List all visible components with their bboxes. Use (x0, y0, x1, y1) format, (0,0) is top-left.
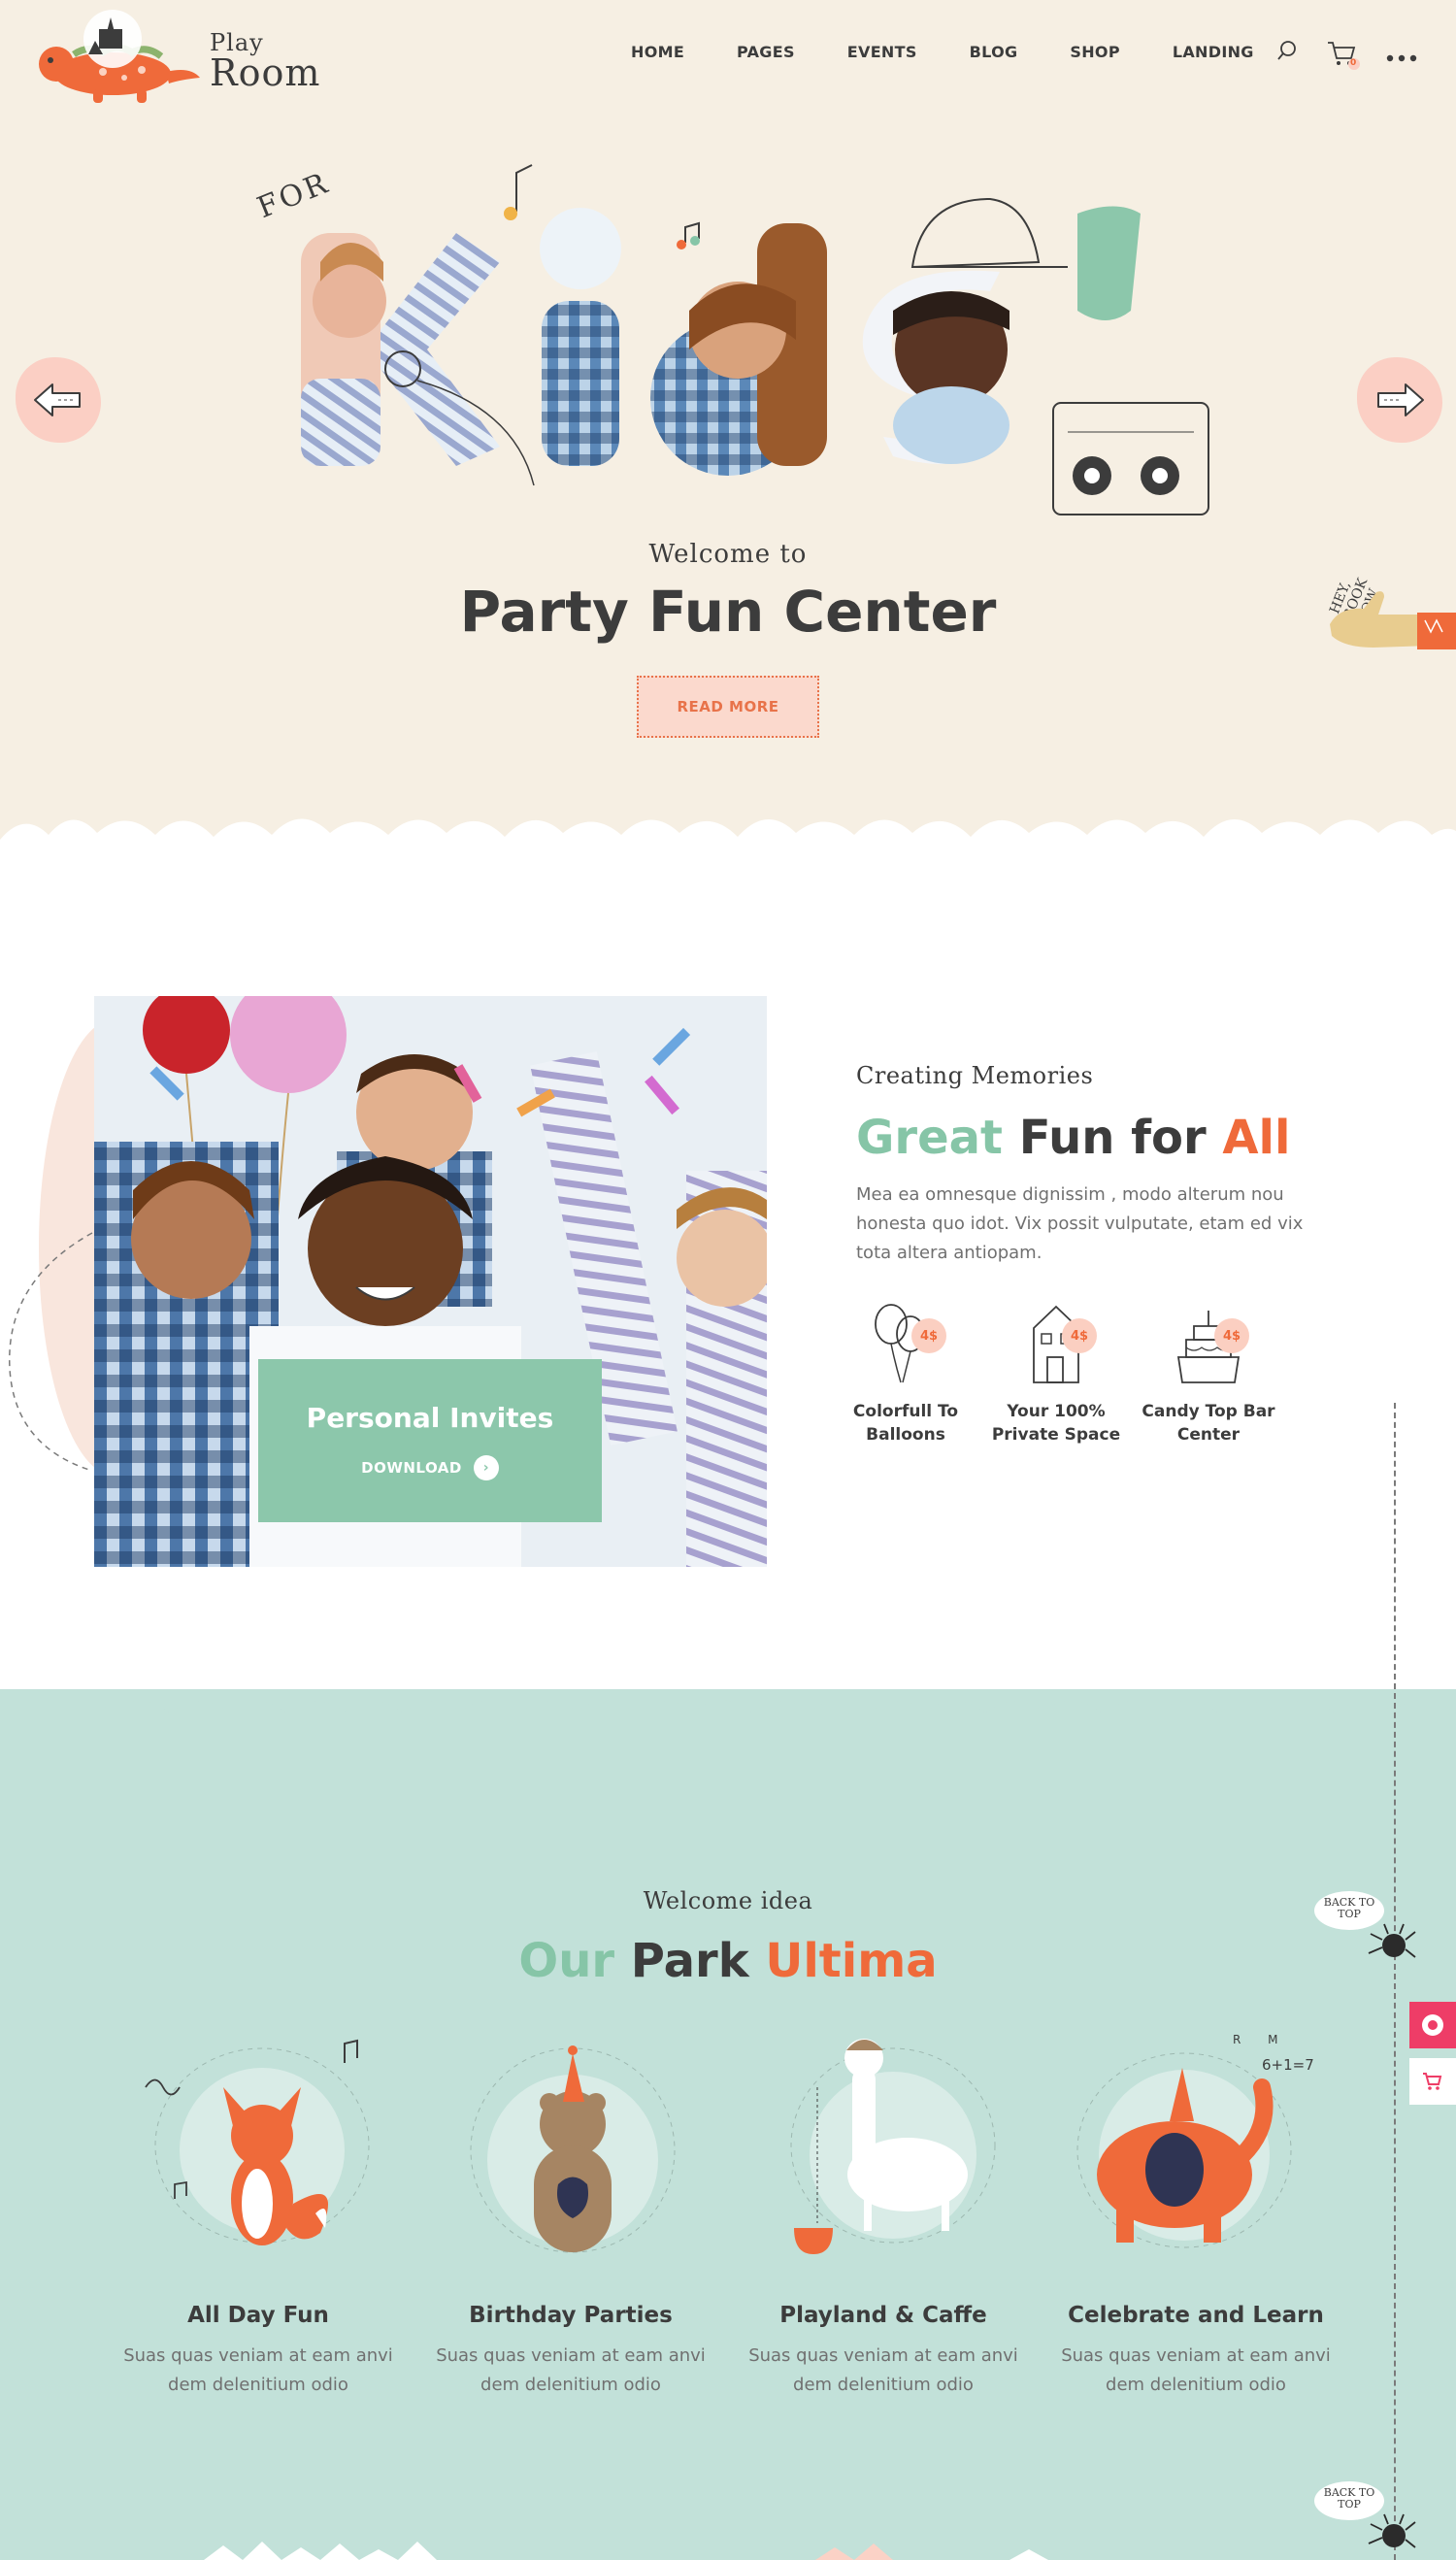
hero-welcome: Welcome to (648, 540, 808, 569)
title-word-ultima: Ultima (765, 1934, 938, 1988)
hero-title: Party Fun Center (459, 579, 997, 645)
nav-item-pages[interactable]: PAGES (737, 43, 795, 61)
feature-label: Candy Top Bar Center (1142, 1402, 1275, 1445)
logo-text: Play Room (210, 31, 320, 91)
hero-cloud-divider (0, 818, 1456, 883)
memories-kicker: Creating Memories (856, 1062, 1094, 1089)
math-note: 6+1=7 (1262, 2056, 1314, 2074)
back-to-top-label: BACK TO TOP (1323, 2486, 1375, 2510)
hero-section: Play Room HOME PAGES EVENTS BLOG SHOP LA… (0, 0, 1456, 854)
math-letters: R M (1233, 2033, 1290, 2046)
title-word-park: Park (630, 1934, 749, 1988)
park-cloud-divider (0, 1700, 1456, 1752)
llama-icon (790, 2039, 996, 2254)
chevron-right-icon: › (473, 1454, 499, 1480)
park-card-birthday-parties: Birthday Parties Suas quas veniam at eam… (425, 2293, 716, 2400)
arrow-right-icon (1377, 383, 1424, 416)
more-icon[interactable] (1386, 49, 1417, 67)
logo-line-2: Room (210, 51, 321, 94)
personal-invites-card[interactable]: Personal Invites DOWNLOAD › (258, 1359, 602, 1522)
card-title: All Day Fun (187, 2303, 329, 2328)
book-now-widget[interactable]: HEY, BOOK NOW (1320, 539, 1456, 675)
feature-private-space: 4$ Your 100% Private Space (978, 1299, 1134, 1446)
kids-letters-graphic (301, 164, 1209, 515)
nav-item-events[interactable]: EVENTS (847, 43, 917, 61)
park-card-all-day-fun: All Day Fun Suas quas veniam at eam anvi… (113, 2293, 404, 2400)
bottom-decor-strip (204, 2542, 1048, 2560)
read-more-button[interactable]: READ MORE (637, 676, 819, 738)
memories-title: Great Fun for All (856, 1111, 1290, 1165)
cart-badge: 0 (1350, 58, 1357, 68)
card-text: Suas quas veniam at eam anvi dem delenit… (748, 2345, 1018, 2395)
card-text: Suas quas veniam at eam anvi dem delenit… (123, 2345, 393, 2395)
park-kicker: Welcome idea (643, 1887, 813, 1914)
nav-item-landing[interactable]: LANDING (1173, 43, 1254, 61)
kids-hero-graphic: FOR (252, 155, 1223, 544)
back-to-top-label: BACK TO TOP (1323, 1896, 1375, 1920)
invites-title: Personal Invites (306, 1401, 554, 1434)
main-nav: HOME PAGES EVENTS BLOG SHOP LANDING (624, 31, 1307, 74)
cart-icon[interactable]: 0 (1326, 39, 1361, 76)
fox-icon (145, 2039, 370, 2245)
feature-label: Your 100% Private Space (991, 1402, 1121, 1445)
circle-settings-icon (1422, 2014, 1443, 2036)
memories-text: Mea ea omnesque dignissim , modo alterum… (856, 1184, 1304, 1263)
park-title: Our Park Ultima (0, 1934, 1456, 1988)
site-header: Play Room HOME PAGES EVENTS BLOG SHOP LA… (0, 0, 1456, 112)
download-label: DOWNLOAD (361, 1458, 462, 1477)
nav-item-shop[interactable]: SHOP (1070, 43, 1119, 61)
nav-item-home[interactable]: HOME (624, 31, 684, 74)
kids-party-photo: Personal Invites DOWNLOAD › (94, 996, 767, 1567)
card-title: Celebrate and Learn (1068, 2303, 1324, 2328)
side-settings-button[interactable] (1409, 2002, 1456, 2048)
back-to-top-button[interactable]: BACK TO TOP (1310, 1885, 1417, 1963)
feature-balloons: 4$ Colorfull To Balloons (828, 1299, 983, 1446)
park-card-playland-caffe: Playland & Caffe Suas quas veniam at eam… (738, 2293, 1029, 2400)
download-button[interactable]: DOWNLOAD › (361, 1454, 499, 1480)
prev-slide-button[interactable] (16, 357, 101, 443)
card-text: Suas quas veniam at eam anvi dem delenit… (436, 2345, 706, 2395)
card-title: Playland & Caffe (779, 2303, 987, 2328)
card-title: Birthday Parties (469, 2303, 673, 2328)
arrow-left-icon (34, 383, 81, 416)
title-word-all: All (1222, 1111, 1291, 1165)
nav-item-blog[interactable]: BLOG (970, 43, 1018, 61)
side-cart-button[interactable] (1409, 2058, 1456, 2105)
title-word-great: Great (856, 1111, 1003, 1165)
logo[interactable]: Play Room (35, 8, 319, 110)
bear-icon (470, 2045, 676, 2253)
hand-icon (1330, 591, 1456, 649)
search-icon[interactable] (1275, 39, 1299, 66)
dashed-curve-decor (9, 1232, 93, 1472)
park-card-celebrate-learn: Celebrate and Learn Suas quas veniam at … (1050, 2293, 1341, 2400)
next-slide-button[interactable] (1357, 357, 1442, 443)
title-word-our: Our (518, 1934, 615, 1988)
feature-label: Colorfull To Balloons (852, 1402, 959, 1445)
title-word-fun: Fun for (1018, 1111, 1207, 1165)
price-badge: 4$ (1214, 1318, 1249, 1353)
cart-icon (1423, 2073, 1442, 2090)
card-text: Suas quas veniam at eam anvi dem delenit… (1061, 2345, 1331, 2395)
price-badge: 4$ (911, 1318, 946, 1353)
dinosaur-logo-icon (39, 10, 200, 103)
price-badge: 4$ (1062, 1318, 1097, 1353)
page: { "brand": {"line1": "Play", "line2": "R… (0, 0, 1456, 2560)
feature-candy-bar: 4$ Candy Top Bar Center (1131, 1299, 1286, 1446)
